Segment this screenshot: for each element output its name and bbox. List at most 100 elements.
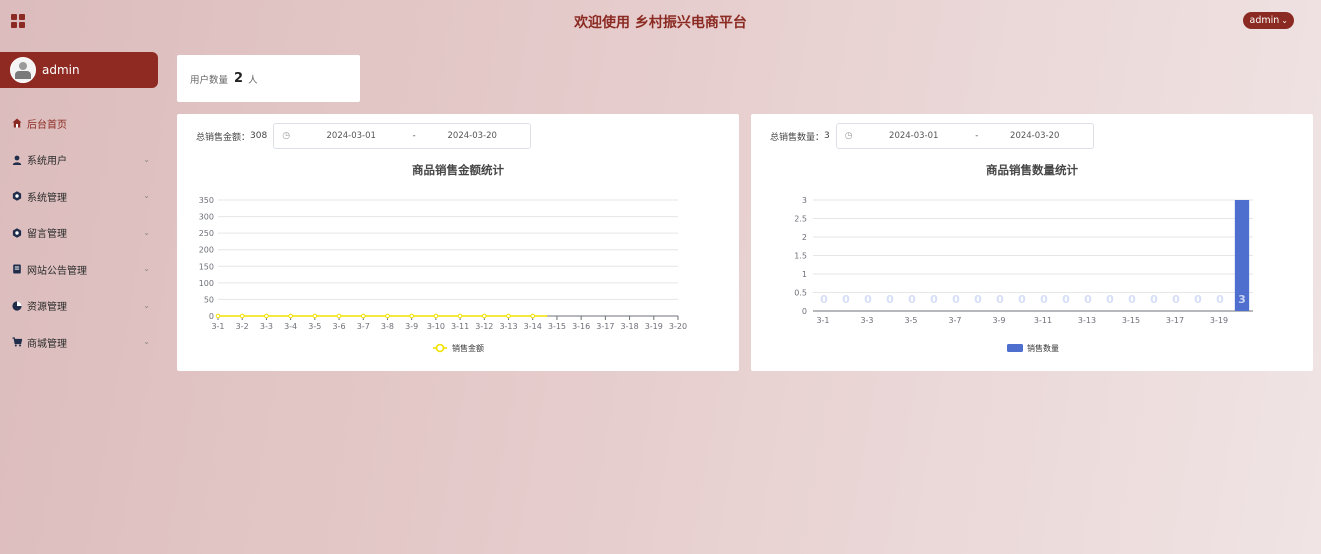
x-tick-label: 3-16 (572, 322, 590, 331)
sidebar-item-system[interactable]: 系统管理 ⌄ (0, 178, 158, 215)
data-point (360, 313, 366, 319)
sidebar-profile[interactable]: admin (0, 52, 158, 88)
data-point (409, 313, 414, 319)
bar-value-label: 0 (1216, 293, 1224, 306)
y-tick-label: 350 (199, 196, 214, 205)
bar-value-label: 0 (952, 293, 960, 306)
bar-value-label: 0 (886, 293, 894, 306)
sidebar-item-label: 网站公告管理 (27, 265, 87, 277)
data-point (215, 313, 221, 319)
legend-marker (1007, 344, 1023, 352)
bar-value-label: 0 (974, 293, 982, 306)
chevron-down-icon: ⌄ (1281, 16, 1288, 25)
sidebar-item-resources[interactable]: 资源管理 ⌄ (0, 288, 158, 325)
y-tick-label: 300 (199, 213, 214, 222)
y-tick-label: 200 (199, 246, 214, 255)
x-tick-label: 3-3 (260, 322, 273, 331)
y-tick-label: 3 (802, 196, 807, 205)
user-menu-button[interactable]: admin ⌄ (1242, 12, 1294, 29)
x-tick-label: 3-5 (904, 316, 917, 325)
x-tick-label: 3-13 (499, 322, 517, 331)
x-tick-label: 3-12 (475, 322, 493, 331)
x-tick-label: 3-3 (860, 316, 873, 325)
x-tick-label: 3-19 (645, 322, 663, 331)
sidebar: admin 后台首页 系统用户 ⌄ 系统管理 ⌄ 留言管理 ⌄ 网站公告管理 ⌄… (0, 52, 158, 361)
y-tick-label: 0.5 (794, 289, 807, 298)
sidebar-item-home[interactable]: 后台首页 (0, 105, 158, 142)
x-tick-label: 3-11 (451, 322, 469, 331)
page-title: 欢迎使用 乡村振兴电商平台 (574, 15, 747, 31)
user-menu-label: admin (1249, 15, 1280, 26)
data-point (288, 313, 293, 319)
y-tick-label: 1 (802, 270, 807, 279)
chevron-down-icon: ⌄ (143, 191, 150, 200)
data-point (482, 313, 487, 319)
x-tick-label: 3-8 (381, 322, 394, 331)
y-tick-label: 250 (199, 229, 214, 238)
x-tick-label: 3-14 (524, 322, 542, 331)
profile-name: admin (42, 63, 80, 77)
sidebar-item-label: 系统管理 (27, 192, 67, 204)
user-count-unit: 人 (248, 74, 258, 86)
chevron-down-icon: ⌄ (143, 264, 150, 273)
x-tick-label: 3-17 (1166, 316, 1184, 325)
y-tick-label: 150 (199, 262, 214, 271)
y-tick-label: 1.5 (794, 252, 807, 261)
bar-value-label: 0 (908, 293, 916, 306)
bar-value-label: 0 (1150, 293, 1158, 306)
chevron-down-icon: ⌄ (143, 337, 150, 346)
bar-value-label: 0 (1194, 293, 1202, 306)
user-count-card: 用户数量 2 人 (177, 55, 360, 102)
x-tick-label: 3-6 (333, 322, 346, 331)
sales-count-panel: 总销售数量： 3 ◷ 2024-03-01 - 2024-03-20 商品销售数… (751, 114, 1313, 371)
data-point (239, 313, 245, 319)
sales-count-chart: 商品销售数量统计 0 0.5 1 1.5 2 2.5 3 3-1 3-3 3-5 3-7 3-9 3-11… (794, 163, 1253, 353)
sales-amount-chart: 商品销售金额统计 0 50 100 150 200 250 300 350 3-1 3-2 3-3 3-… (199, 163, 687, 353)
sales-amount-panel: 总销售金额： 308 ◷ 2024-03-01 - 2024-03-20 商品销… (177, 114, 739, 371)
user-count-value: 2 (234, 71, 244, 86)
sidebar-item-users[interactable]: 系统用户 ⌄ (0, 142, 158, 179)
sidebar-item-label: 商城管理 (27, 338, 67, 350)
bar-value-label: 0 (1062, 293, 1070, 306)
chevron-down-icon: ⌄ (143, 154, 150, 164)
x-tick-label: 3-2 (236, 322, 249, 331)
x-tick-label: 3-9 (992, 316, 1005, 325)
sidebar-item-notices[interactable]: 网站公告管理 ⌄ (0, 251, 158, 288)
sidebar-item-messages[interactable]: 留言管理 ⌄ (0, 215, 158, 252)
home-icon (12, 118, 22, 128)
sidebar-item-shop[interactable]: 商城管理 ⌄ (0, 324, 158, 361)
x-tick-label: 3-17 (596, 322, 614, 331)
data-point (530, 313, 536, 319)
notice-icon (12, 264, 22, 274)
chevron-down-icon: ⌄ (143, 227, 150, 237)
chevron-down-icon: ⌄ (143, 300, 150, 310)
x-tick-label: 3-1 (816, 316, 829, 325)
sidebar-item-label: 后台首页 (27, 119, 67, 131)
x-tick-label: 3-1 (211, 322, 224, 331)
y-tick-label: 2.5 (794, 215, 807, 224)
sidebar-nav: 后台首页 系统用户 ⌄ 系统管理 ⌄ 留言管理 ⌄ 网站公告管理 ⌄ 资源管理 … (0, 105, 158, 361)
settings-icon (12, 191, 22, 201)
y-tick-label: 0 (209, 312, 214, 321)
bar-value-label: 0 (1018, 293, 1026, 306)
data-point (336, 313, 342, 319)
x-tick-label: 3-10 (427, 322, 445, 331)
sidebar-item-label: 留言管理 (27, 229, 67, 241)
y-tick-label: 2 (802, 233, 807, 242)
data-point (433, 313, 439, 319)
message-icon (12, 228, 22, 238)
bar-value-label: 0 (1172, 293, 1180, 306)
x-tick-label: 3-7 (357, 322, 370, 331)
legend-label: 销售金额 (452, 343, 484, 353)
bar-value-label: 0 (842, 293, 850, 306)
chart-title: 商品销售数量统计 (986, 163, 1078, 177)
data-point (385, 313, 390, 319)
data-point (264, 313, 269, 319)
legend-label: 销售数量 (1027, 343, 1059, 353)
bar-value-label: 0 (1128, 293, 1136, 306)
y-tick-label: 100 (199, 279, 214, 288)
x-tick-label: 3-9 (405, 322, 418, 331)
x-tick-label: 3-19 (1210, 316, 1228, 325)
pie-chart-icon (12, 301, 22, 311)
cart-icon (12, 337, 22, 347)
